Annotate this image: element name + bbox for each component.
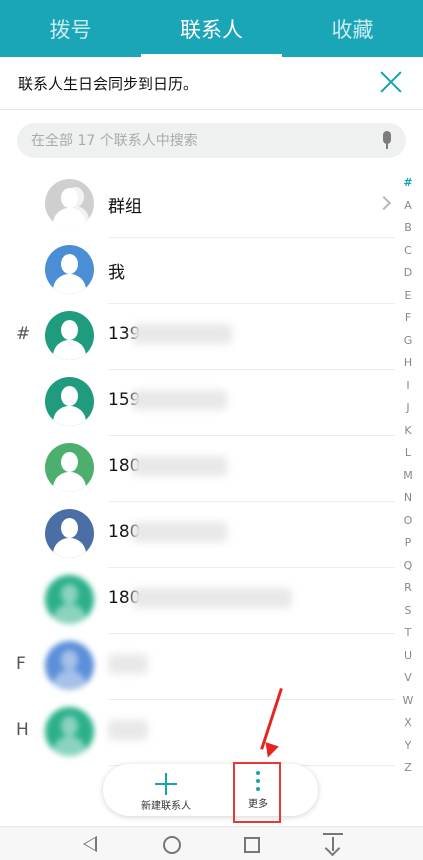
redacted-text xyxy=(132,522,227,542)
index-letter[interactable]: E xyxy=(401,285,415,308)
redacted-text xyxy=(132,324,232,344)
redacted-text xyxy=(132,588,292,608)
contact-row[interactable]: F xyxy=(0,634,395,700)
index-letter[interactable]: D xyxy=(401,262,415,285)
index-letter[interactable]: Q xyxy=(401,555,415,578)
index-letter[interactable]: U xyxy=(401,645,415,668)
top-tab-bar: 拨号 联系人 收藏 xyxy=(0,0,423,57)
divider xyxy=(0,109,423,110)
contact-row[interactable]: 139 # xyxy=(0,304,395,370)
index-letter[interactable]: W xyxy=(401,690,415,713)
index-letter[interactable]: P xyxy=(401,532,415,555)
contact-name: 我 xyxy=(108,263,125,283)
index-letter[interactable]: Y xyxy=(401,735,415,758)
avatar xyxy=(45,641,94,690)
index-letter[interactable]: T xyxy=(401,622,415,645)
contact-row[interactable]: H xyxy=(0,700,395,766)
redacted-text xyxy=(132,456,227,476)
notification-pull-icon[interactable] xyxy=(325,835,341,855)
avatar xyxy=(45,509,94,558)
system-navigation-bar xyxy=(0,826,423,860)
contact-row[interactable]: 180 xyxy=(0,568,395,634)
recent-apps-icon[interactable] xyxy=(244,837,260,853)
microphone-icon[interactable] xyxy=(380,131,394,150)
contact-row[interactable]: 159 xyxy=(0,370,395,436)
contact-row[interactable]: 180 xyxy=(0,502,395,568)
alphabet-index[interactable]: # A B C D E F G H I J K L M N O P Q R S T U V W X Y Z xyxy=(401,172,415,780)
index-letter[interactable]: N xyxy=(401,487,415,510)
home-icon[interactable] xyxy=(163,836,181,854)
index-letter[interactable]: G xyxy=(401,330,415,353)
back-icon[interactable] xyxy=(83,836,97,852)
contact-row[interactable]: 我 xyxy=(0,238,395,304)
index-letter[interactable]: L xyxy=(401,442,415,465)
new-contact-button[interactable]: 新建联系人 xyxy=(121,764,211,816)
floating-action-bar: 新建联系人 更多 xyxy=(103,764,318,816)
birthday-sync-banner: 联系人生日会同步到日历。 xyxy=(0,57,423,109)
redacted-text xyxy=(108,654,148,674)
tab-contacts[interactable]: 联系人 xyxy=(141,0,282,57)
index-letter[interactable]: J xyxy=(401,397,415,420)
index-letter[interactable]: B xyxy=(401,217,415,240)
index-letter[interactable]: A xyxy=(401,195,415,218)
search-input[interactable] xyxy=(31,132,351,149)
avatar xyxy=(45,311,94,360)
contact-name: 群组 xyxy=(108,197,142,217)
avatar xyxy=(45,443,94,492)
avatar xyxy=(45,377,94,426)
avatar xyxy=(45,575,94,624)
index-letter[interactable]: M xyxy=(401,465,415,488)
index-letter[interactable]: R xyxy=(401,577,415,600)
index-letter[interactable]: V xyxy=(401,667,415,690)
search-bar[interactable] xyxy=(17,123,406,158)
index-letter[interactable]: H xyxy=(401,352,415,375)
index-letter[interactable]: O xyxy=(401,510,415,533)
groups-row[interactable]: 群组 xyxy=(0,172,395,238)
close-icon[interactable] xyxy=(379,70,403,94)
tab-favorites[interactable]: 收藏 xyxy=(282,0,423,57)
index-letter[interactable]: S xyxy=(401,600,415,623)
contact-row[interactable]: 180 xyxy=(0,436,395,502)
new-contact-label: 新建联系人 xyxy=(141,801,191,812)
index-letter[interactable]: # xyxy=(401,172,415,195)
index-letter[interactable]: K xyxy=(401,420,415,443)
plus-icon xyxy=(155,773,177,795)
contacts-screen: 拨号 联系人 收藏 联系人生日会同步到日历。 群组我139#1591801801… xyxy=(0,0,423,860)
index-letter[interactable]: C xyxy=(401,240,415,263)
redacted-text xyxy=(108,720,148,740)
annotation-highlight-box xyxy=(233,762,281,823)
index-letter[interactable]: Z xyxy=(401,757,415,780)
redacted-text xyxy=(132,390,227,410)
group-avatar-icon xyxy=(45,179,94,228)
avatar xyxy=(45,245,94,294)
tab-dialer[interactable]: 拨号 xyxy=(0,0,141,57)
index-letter[interactable]: F xyxy=(401,307,415,330)
index-letter[interactable]: X xyxy=(401,712,415,735)
section-letter: F xyxy=(16,654,26,674)
index-letter[interactable]: I xyxy=(401,375,415,398)
avatar xyxy=(45,707,94,756)
section-letter: H xyxy=(16,720,29,740)
section-letter: # xyxy=(16,324,31,344)
chevron-right-icon xyxy=(376,195,392,211)
banner-text: 联系人生日会同步到日历。 xyxy=(18,74,199,93)
